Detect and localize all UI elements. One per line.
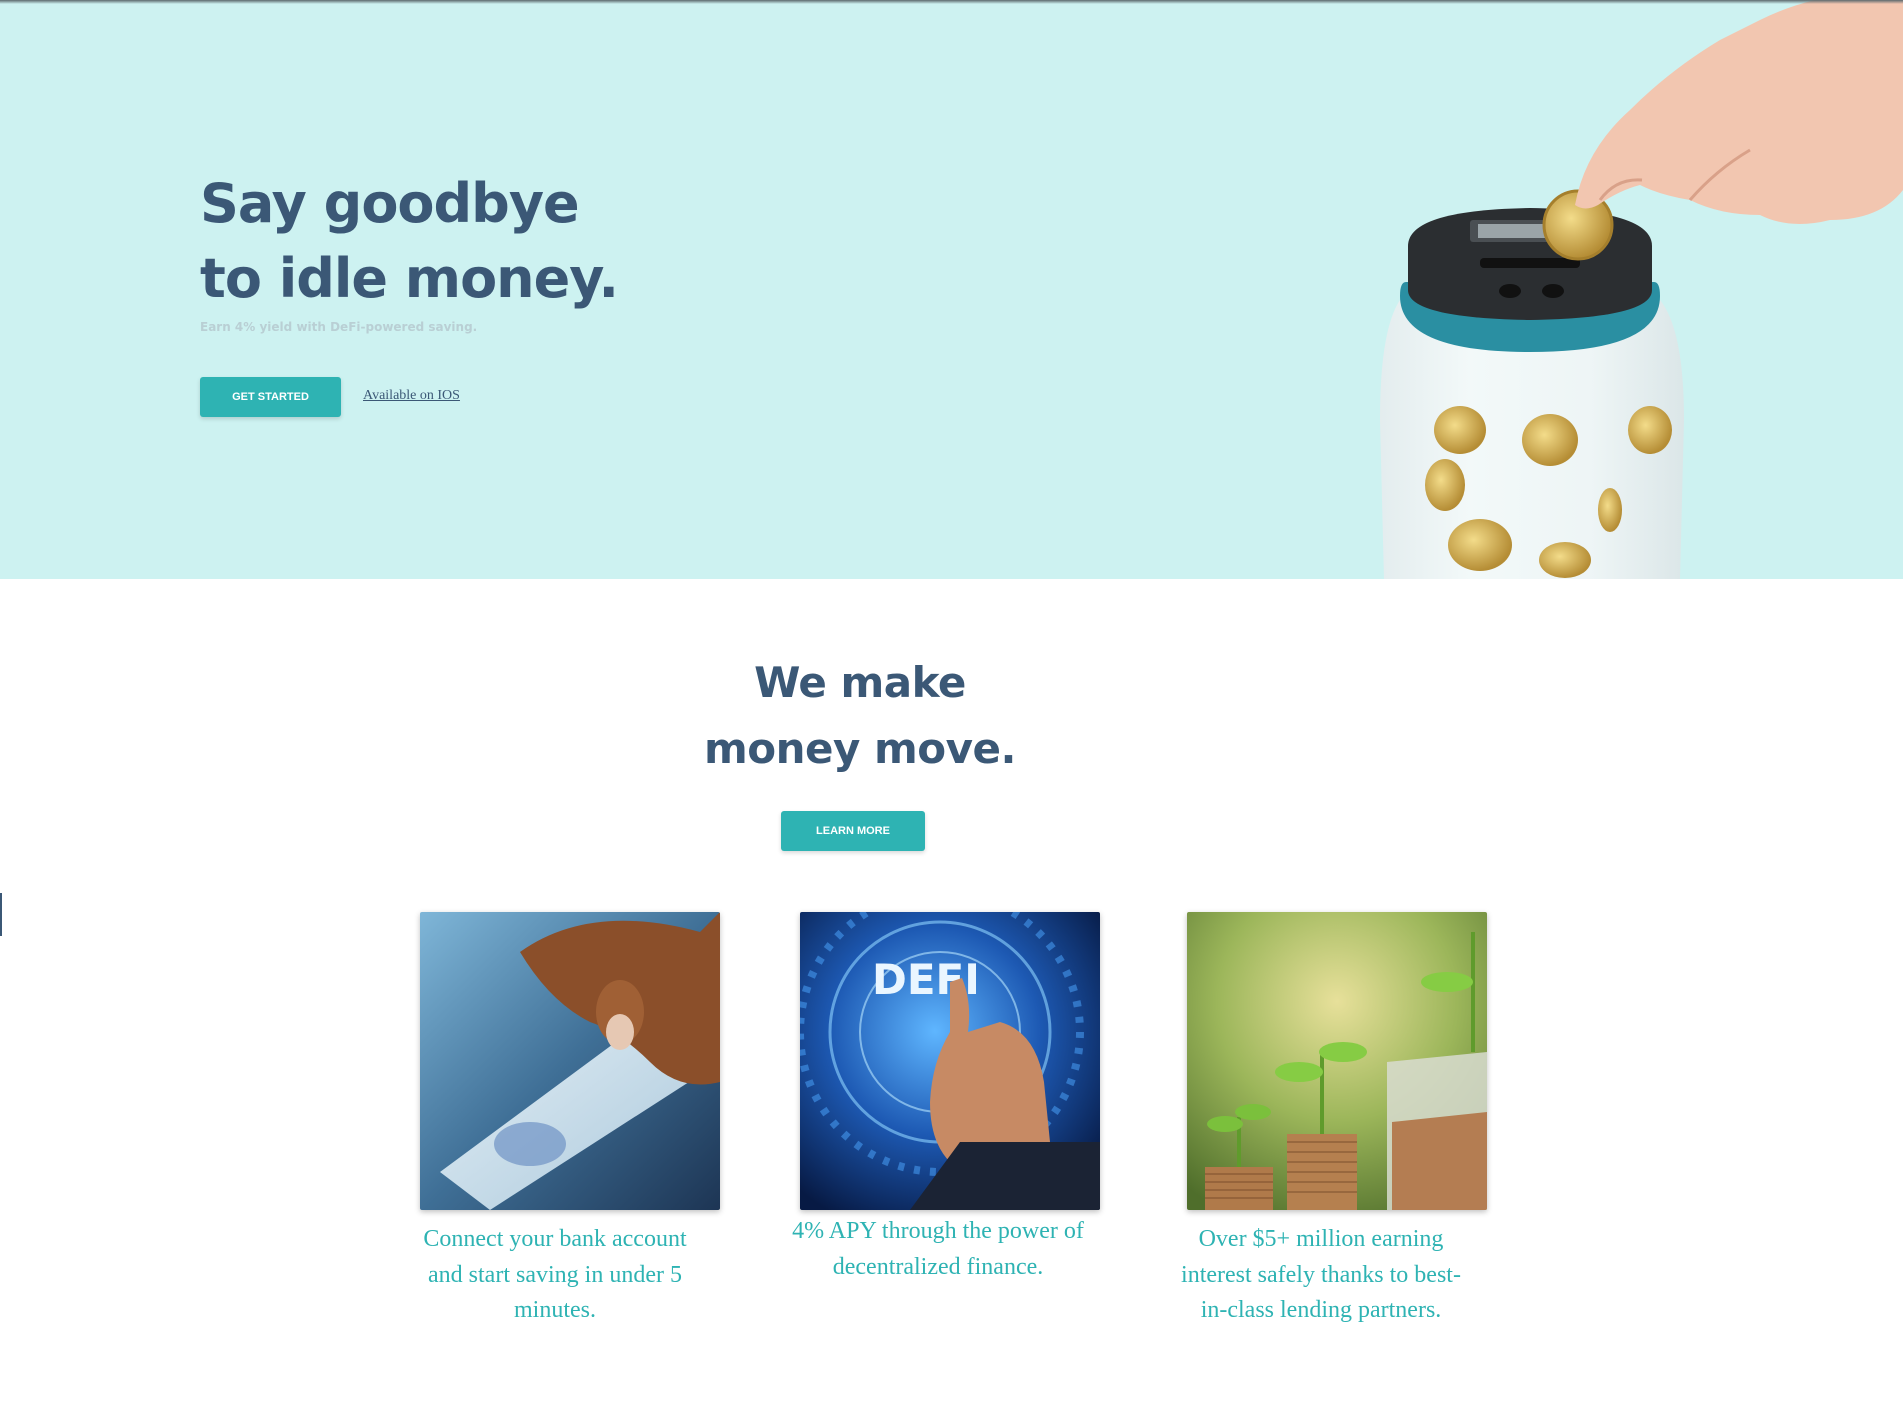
- learn-more-button[interactable]: LEARN MORE: [781, 811, 925, 851]
- credit-card-photo: [420, 912, 720, 1210]
- hero-title: Say goodbye to idle money.: [200, 166, 720, 316]
- hero-subtitle: Earn 4% yield with DeFi-powered saving.: [200, 320, 478, 334]
- card-caption: Over $5+ million earning interest safely…: [1181, 1226, 1461, 1323]
- defi-photo: DEFI: [800, 912, 1100, 1210]
- ios-link[interactable]: Available on IOS: [363, 388, 460, 404]
- hero-title-line-1: Say goodbye: [200, 172, 580, 235]
- get-started-button[interactable]: GET STARTED: [200, 377, 341, 417]
- card-caption: Connect your bank account and start savi…: [423, 1226, 687, 1323]
- card-caption: 4% APY through the power of decentralize…: [792, 1218, 1084, 1280]
- hero-section: Say goodbye to idle money. Earn 4% yield…: [0, 0, 1903, 579]
- left-edge-marker: [0, 893, 2, 936]
- coins-plants-photo: [1187, 912, 1487, 1210]
- section-title: We make money move.: [660, 650, 1060, 782]
- coin-jar-illustration: [1380, 0, 1903, 579]
- hero-title-line-2: to idle money.: [200, 247, 619, 310]
- section-title-line-1: We make: [754, 658, 966, 707]
- section-title-line-2: money move.: [704, 724, 1016, 773]
- top-shadow: [0, 0, 1903, 4]
